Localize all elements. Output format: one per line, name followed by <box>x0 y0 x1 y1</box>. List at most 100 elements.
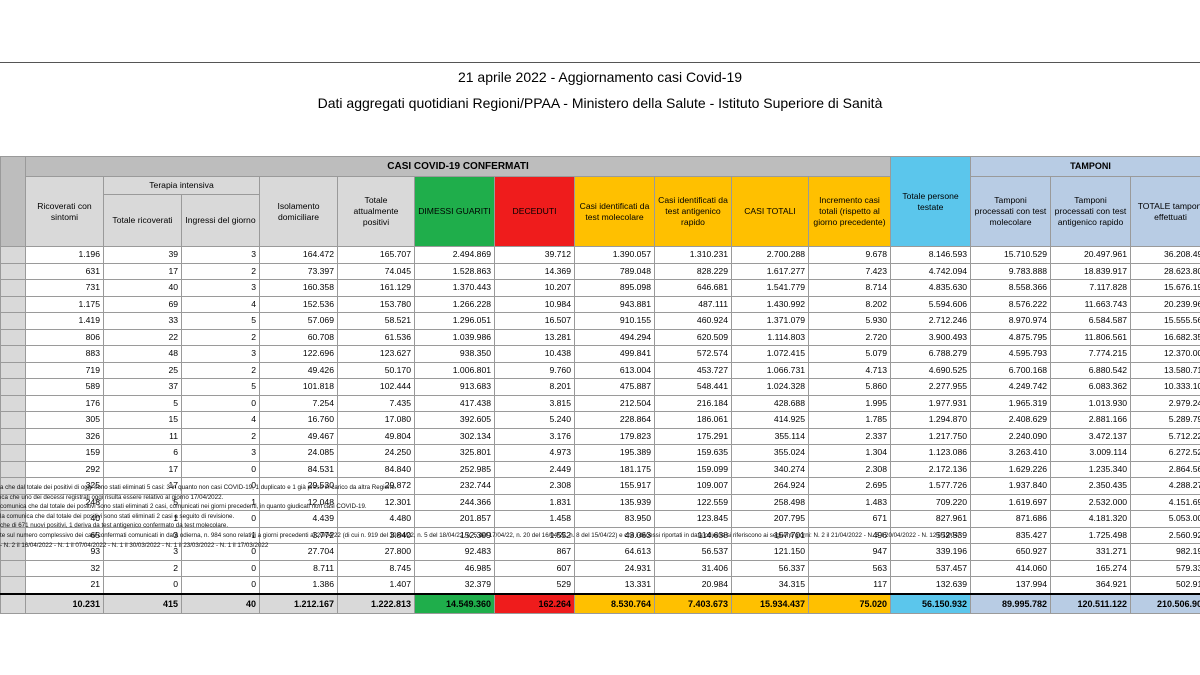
cell-isolamento: 152.536 <box>259 295 338 313</box>
cell-ricoverati: 292 <box>25 460 104 478</box>
page-subtitle: Dati aggregati quotidiani Regioni/PPAA -… <box>317 95 883 111</box>
cell-isolamento: 84.531 <box>259 460 338 478</box>
cell-molecolare: 24.931 <box>574 559 655 577</box>
cell-tamp-antigenico: 7.117.828 <box>1050 279 1131 297</box>
cell-antigenico: 216.184 <box>654 394 732 412</box>
cell-isolamento: 73.397 <box>259 262 338 280</box>
dimessi-guariti-header: DIMESSI GUARITI <box>414 176 495 247</box>
cell-persone-testate: 1.217.750 <box>890 427 971 445</box>
region-cell <box>0 345 26 363</box>
cell-incremento: 4.713 <box>808 361 891 379</box>
table-row: 1.419 33 5 57.069 58.521 1.296.051 16.507 910.1… <box>0 312 1200 330</box>
table-row: 806 22 2 60.708 61.536 1.039.986 13.281 494.294… <box>0 328 1200 346</box>
cell-tamp-molecolare: 4.875.795 <box>970 328 1051 346</box>
cell-tamp-totale: 20.239.965 <box>1129 295 1200 313</box>
cell-molecolare: 228.864 <box>574 411 655 429</box>
cell-isolamento: 16.760 <box>259 411 338 429</box>
region-cell <box>0 394 26 412</box>
cell-persone-testate: 132.639 <box>890 576 971 594</box>
cell-persone-testate: 3.900.493 <box>890 328 971 346</box>
cell-tamp-totale: 28.623.805 <box>1129 262 1200 280</box>
region-cell <box>0 279 26 297</box>
cell-ricoverati: 32 <box>25 559 104 577</box>
cell-antigenico: 159.635 <box>654 444 732 462</box>
cell-tamp-antigenico: 165.274 <box>1050 559 1131 577</box>
cell-tamp-totale: 15.676.194 <box>1129 279 1200 297</box>
region-cell <box>0 427 26 445</box>
cell-dimessi: 2.494.869 <box>414 246 495 264</box>
cell-isolamento: 8.711 <box>259 559 338 577</box>
test-antigenico-header: Casi identificati da test antigenico rap… <box>654 176 732 247</box>
cell-incremento: 8.714 <box>808 279 891 297</box>
table-row: 883 48 3 122.696 123.627 938.350 10.438 499.841… <box>0 345 1200 363</box>
cell-tamp-antigenico: 1.235.340 <box>1050 460 1131 478</box>
cell-molecolare: 195.389 <box>574 444 655 462</box>
cell-incremento: 5.860 <box>808 378 891 396</box>
cell-incremento: 2.720 <box>808 328 891 346</box>
total-totale-positivi: 1.222.813 <box>337 592 415 614</box>
cell-ti-totale: 17 <box>103 262 182 280</box>
total-ti-ingressi: 40 <box>181 592 260 614</box>
cell-incremento: 2.308 <box>808 460 891 478</box>
cell-deceduti: 39.712 <box>494 246 575 264</box>
cell-antigenico: 159.099 <box>654 460 732 478</box>
cell-molecolare: 179.823 <box>574 427 655 445</box>
region-cell <box>0 312 26 330</box>
cell-casi-totali: 340.274 <box>731 460 809 478</box>
cell-incremento: 2.337 <box>808 427 891 445</box>
ti-ingressi-header: Ingressi del giorno <box>181 194 260 247</box>
cell-tamp-molecolare: 6.700.168 <box>970 361 1051 379</box>
cell-casi-totali: 355.024 <box>731 444 809 462</box>
cell-deceduti: 10.984 <box>494 295 575 313</box>
cell-dimessi: 1.006.801 <box>414 361 495 379</box>
cell-casi-totali: 1.617.277 <box>731 262 809 280</box>
table-row: 1.175 69 4 152.536 153.780 1.266.228 10.984 943… <box>0 295 1200 313</box>
footnote-line: ica che uno dei decessi registrati oggi … <box>0 493 224 501</box>
cell-ti-ingressi: 2 <box>181 262 260 280</box>
cell-tamp-antigenico: 364.921 <box>1050 576 1131 594</box>
table-row: 719 25 2 49.426 50.170 1.006.801 9.760 613.004 4… <box>0 361 1200 379</box>
cell-ti-ingressi: 3 <box>181 279 260 297</box>
cell-dimessi: 1.370.443 <box>414 279 495 297</box>
cell-casi-totali: 2.700.288 <box>731 246 809 264</box>
cell-totale-positivi: 84.840 <box>337 460 415 478</box>
cell-ricoverati: 731 <box>25 279 104 297</box>
cell-ricoverati: 305 <box>25 411 104 429</box>
cell-molecolare: 895.098 <box>574 279 655 297</box>
cell-tamp-totale: 15.555.561 <box>1129 312 1200 330</box>
cell-deceduti: 8.201 <box>494 378 575 396</box>
cell-dimessi: 46.985 <box>414 559 495 577</box>
cell-tamp-molecolare: 9.783.888 <box>970 262 1051 280</box>
total-ricoverati: 10.231 <box>25 592 104 614</box>
tamponi-totale-header: TOTALE tamponi effettuati <box>1129 176 1200 247</box>
cell-casi-totali: 1.066.731 <box>731 361 809 379</box>
cell-deceduti: 4.973 <box>494 444 575 462</box>
cell-tamp-antigenico: 18.839.917 <box>1050 262 1131 280</box>
cell-ti-totale: 0 <box>103 576 182 594</box>
cell-totale-positivi: 24.250 <box>337 444 415 462</box>
cell-persone-testate: 6.788.279 <box>890 345 971 363</box>
region-cell <box>0 295 26 313</box>
cell-molecolare: 494.294 <box>574 328 655 346</box>
cell-isolamento: 160.358 <box>259 279 338 297</box>
cell-ti-totale: 69 <box>103 295 182 313</box>
totals-label-cell <box>0 592 26 614</box>
ti-totale-header: Totale ricoverati <box>103 194 182 247</box>
cell-casi-totali: 1.024.328 <box>731 378 809 396</box>
cell-ti-totale: 11 <box>103 427 182 445</box>
cell-deceduti: 14.369 <box>494 262 575 280</box>
cell-deceduti: 10.438 <box>494 345 575 363</box>
cell-tamp-totale: 2.979.249 <box>1129 394 1200 412</box>
totale-positivi-header: Totale attualmente positivi <box>337 176 415 247</box>
cell-dimessi: 302.134 <box>414 427 495 445</box>
cell-ti-ingressi: 4 <box>181 295 260 313</box>
cell-dimessi: 1.266.228 <box>414 295 495 313</box>
cell-totale-positivi: 74.045 <box>337 262 415 280</box>
cell-ti-totale: 40 <box>103 279 182 297</box>
cell-ti-totale: 37 <box>103 378 182 396</box>
ricoverati-header: Ricoverati con sintomi <box>25 176 104 247</box>
cell-incremento: 1.785 <box>808 411 891 429</box>
cell-tamp-totale: 36.208.490 <box>1129 246 1200 264</box>
cell-tamp-molecolare: 2.240.090 <box>970 427 1051 445</box>
cell-incremento: 1.304 <box>808 444 891 462</box>
